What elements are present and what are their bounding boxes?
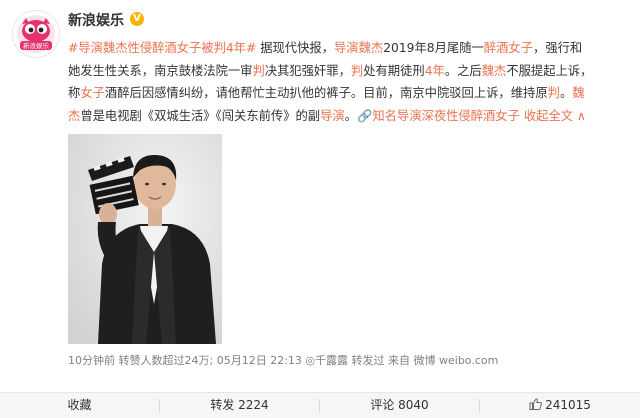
source-label: 来自 <box>384 354 414 367</box>
post-text-line: 杰曾是电视剧《双城生活》《闯关东前传》的副导演。🔗知名导演深夜性侵醉酒女子 收起… <box>68 105 630 128</box>
comment-button[interactable]: 评论 8040 <box>320 393 479 418</box>
account-avatar[interactable]: 新浪娱乐 <box>12 10 60 58</box>
post-text-segment: 。 <box>344 108 358 123</box>
post-time[interactable]: 10分钟前 <box>68 354 115 367</box>
post-source[interactable]: 微博 weibo.com <box>414 354 499 367</box>
thumbs-up-icon <box>529 398 542 410</box>
highlighted-keyword: 导演魏杰 <box>334 41 384 55</box>
highlighted-keyword: 魏杰 <box>481 63 507 78</box>
repost-button[interactable]: 转发 2224 <box>160 393 319 418</box>
inline-link[interactable]: 收起全文 <box>520 109 577 123</box>
repost-label: 转发 2224 <box>210 398 269 412</box>
post-text-segment: 据现代快报， <box>256 41 334 55</box>
post-text-segment: ，强行和 <box>533 41 583 55</box>
post-text-segment: 处有期徒刑 <box>363 63 425 78</box>
repost-count-note: 转赞人数超过24万; <box>115 354 217 367</box>
post-text-segment: 称 <box>68 86 81 101</box>
highlighted-keyword: 判 <box>252 63 265 78</box>
post-text-segment: 。 <box>559 86 573 101</box>
highlighted-keyword: 4年 <box>424 63 445 78</box>
account-name[interactable]: 新浪娱乐 <box>68 10 124 30</box>
highlighted-keyword: 醉酒女子 <box>483 41 534 55</box>
topic-hashtag-link[interactable]: #导演魏杰性侵醉酒女子被判4年# <box>68 41 256 55</box>
highlighted-keyword: 魏 <box>572 86 585 101</box>
post-date[interactable]: 05月12日 22:13 <box>217 354 302 367</box>
post-meta: 10分钟前 转赞人数超过24万; 05月12日 22:13 ◎千露露 转发过 来… <box>68 352 498 368</box>
inline-link[interactable]: 🔗知名导演深夜性侵醉酒女子 <box>357 109 520 123</box>
weibo-post-card: 新浪娱乐 新浪娱乐 V #导演魏杰性侵醉酒女子被判4年# 据现代快报，导演魏杰2… <box>0 0 640 418</box>
highlighted-keyword: 导演 <box>320 108 345 123</box>
comment-label: 评论 8040 <box>370 398 429 412</box>
post-text-segment: 不服提起上诉， <box>506 63 593 78</box>
highlighted-keyword: 女子 <box>80 86 105 101</box>
post-text-line: #导演魏杰性侵醉酒女子被判4年# 据现代快报，导演魏杰2019年8月尾随一醉酒女… <box>68 37 630 60</box>
like-count: 241015 <box>545 398 591 412</box>
svg-text:新浪娱乐: 新浪娱乐 <box>23 41 50 50</box>
verified-badge-icon: V <box>130 12 144 26</box>
like-button[interactable]: 241015 <box>480 393 640 418</box>
inline-link[interactable]: ∧ <box>577 109 586 123</box>
post-photo[interactable] <box>68 134 222 344</box>
favorite-button[interactable]: 收藏 <box>0 393 159 418</box>
via-action: 转发过 <box>351 354 385 367</box>
director-photo-image <box>68 134 222 344</box>
post-text-segment: 。之后 <box>444 63 482 78</box>
via-user[interactable]: ◎千露露 <box>302 354 352 367</box>
post-content: #导演魏杰性侵醉酒女子被判4年# 据现代快报，导演魏杰2019年8月尾随一醉酒女… <box>68 37 630 127</box>
sina-entertainment-logo-icon: 新浪娱乐 <box>17 15 55 53</box>
highlighted-keyword: 杰 <box>68 108 81 123</box>
favorite-label: 收藏 <box>67 398 92 412</box>
highlighted-keyword: 判 <box>350 63 364 78</box>
post-text-segment: 她发生性关系，南京鼓楼法院一审 <box>68 63 253 78</box>
post-text-segment: 酒醉后因感情纠纷，请他帮忙主动扒他的裤子。目前，南京中院驳回上诉，维持原 <box>104 86 548 101</box>
highlighted-keyword: 判 <box>547 86 560 101</box>
post-text-line: 她发生性关系，南京鼓楼法院一审判决其犯强奸罪，判处有期徒刑4年。之后魏杰不服提起… <box>68 60 630 83</box>
post-text-segment: 2019年8月尾随一 <box>383 41 484 55</box>
post-text-segment: 决其犯强奸罪， <box>264 63 351 78</box>
post-text-line: 称女子酒醉后因感情纠纷，请他帮忙主动扒他的裤子。目前，南京中院驳回上诉，维持原判… <box>68 82 630 105</box>
post-text-segment: 曾是电视剧《双城生活》《闯关东前传》的副 <box>80 108 321 123</box>
action-bar: 收藏 转发 2224 评论 8040 241015 <box>0 392 640 418</box>
